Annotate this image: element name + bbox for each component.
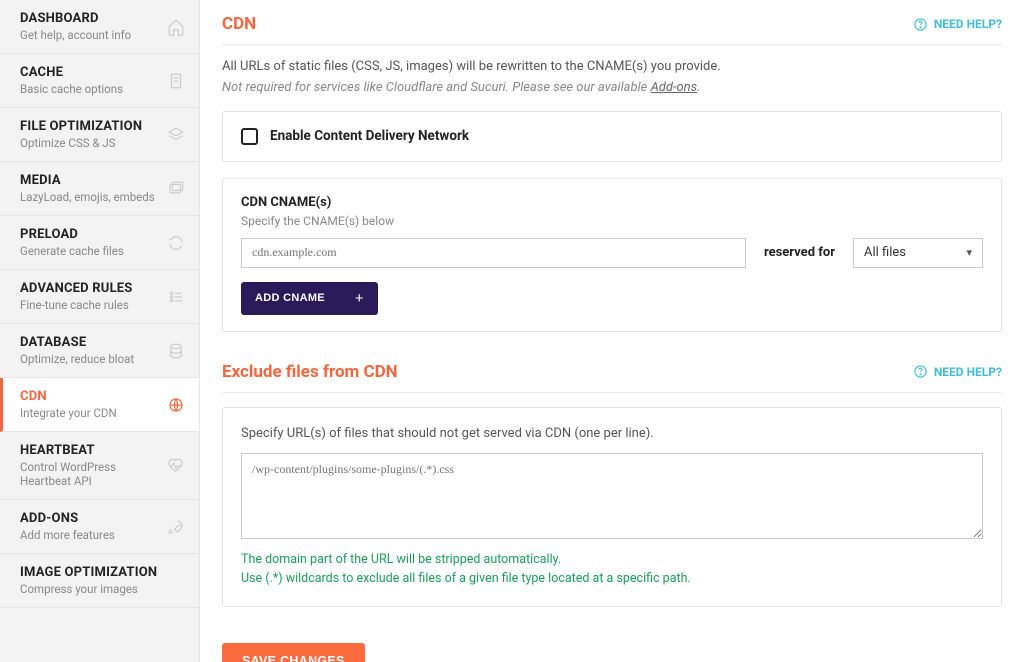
rocket-icon [167, 518, 185, 536]
cname-title: CDN CNAME(s) [241, 195, 983, 210]
sidebar-item-image-optimization[interactable]: IMAGE OPTIMIZATION Compress your images [0, 554, 199, 608]
cname-input[interactable] [241, 238, 746, 268]
sidebar-item-addons[interactable]: ADD-ONS Add more features [0, 500, 199, 554]
layers-icon [167, 126, 185, 144]
file-icon [167, 72, 185, 90]
exclude-box: Specify URL(s) of files that should not … [222, 407, 1002, 608]
sidebar-item-media[interactable]: MEDIA LazyLoad, emojis, embeds [0, 162, 199, 216]
database-icon [167, 342, 185, 360]
exclude-hint-1: The domain part of the URL will be strip… [241, 551, 983, 570]
section-exclude: Exclude files from CDN NEED HELP? Specif… [222, 362, 1002, 608]
reserved-label: reserved for [764, 245, 835, 260]
sidebar-item-heartbeat[interactable]: HEARTBEAT Control WordPress Heartbeat AP… [0, 432, 199, 500]
globe-icon [167, 396, 185, 414]
sidebar: DASHBOARD Get help, account info CACHE B… [0, 0, 200, 662]
addons-link[interactable]: Add-ons [651, 80, 698, 95]
cname-box: CDN CNAME(s) Specify the CNAME(s) below … [222, 178, 1002, 332]
sliders-icon [167, 288, 185, 306]
section-title-cdn: CDN [222, 14, 256, 34]
sidebar-item-cache[interactable]: CACHE Basic cache options [0, 54, 199, 108]
help-link-cdn[interactable]: NEED HELP? [913, 17, 1002, 32]
sidebar-item-advanced-rules[interactable]: ADVANCED RULES Fine-tune cache rules [0, 270, 199, 324]
enable-cdn-label: Enable Content Delivery Network [270, 128, 469, 144]
cdn-note: Not required for services like Cloudflar… [222, 80, 1002, 95]
sidebar-item-database[interactable]: DATABASE Optimize, reduce bloat [0, 324, 199, 378]
enable-cdn-box: Enable Content Delivery Network [222, 111, 1002, 162]
main-content: CDN NEED HELP? All URLs of static files … [200, 0, 1024, 662]
exclude-hint-2: Use (.*) wildcards to exclude all files … [241, 570, 983, 589]
plus-icon: + [355, 290, 364, 307]
help-link-exclude[interactable]: NEED HELP? [913, 364, 1002, 379]
enable-cdn-checkbox[interactable] [241, 128, 258, 145]
section-cdn: CDN NEED HELP? All URLs of static files … [222, 14, 1002, 332]
sidebar-item-sub: Get help, account info [20, 28, 159, 42]
exclude-textarea[interactable] [241, 453, 983, 539]
help-icon [913, 17, 928, 32]
help-icon [913, 364, 928, 379]
cname-sub: Specify the CNAME(s) below [241, 214, 983, 228]
save-button[interactable]: SAVE CHANGES [222, 643, 365, 662]
sidebar-item-file-optimization[interactable]: FILE OPTIMIZATION Optimize CSS & JS [0, 108, 199, 162]
cdn-description: All URLs of static files (CSS, JS, image… [222, 57, 1002, 78]
sidebar-item-preload[interactable]: PRELOAD Generate cache files [0, 216, 199, 270]
sidebar-item-cdn[interactable]: CDN Integrate your CDN [0, 378, 199, 432]
add-cname-button[interactable]: ADD CNAME + [241, 282, 378, 315]
images-icon [167, 180, 185, 198]
heartbeat-icon [167, 457, 185, 475]
section-title-exclude: Exclude files from CDN [222, 362, 398, 382]
sidebar-item-label: DASHBOARD [20, 11, 159, 26]
sidebar-item-dashboard[interactable]: DASHBOARD Get help, account info [0, 0, 199, 54]
home-icon [167, 18, 185, 36]
file-type-select[interactable]: All files [853, 238, 983, 268]
refresh-icon [167, 234, 185, 252]
exclude-description: Specify URL(s) of files that should not … [241, 426, 983, 441]
